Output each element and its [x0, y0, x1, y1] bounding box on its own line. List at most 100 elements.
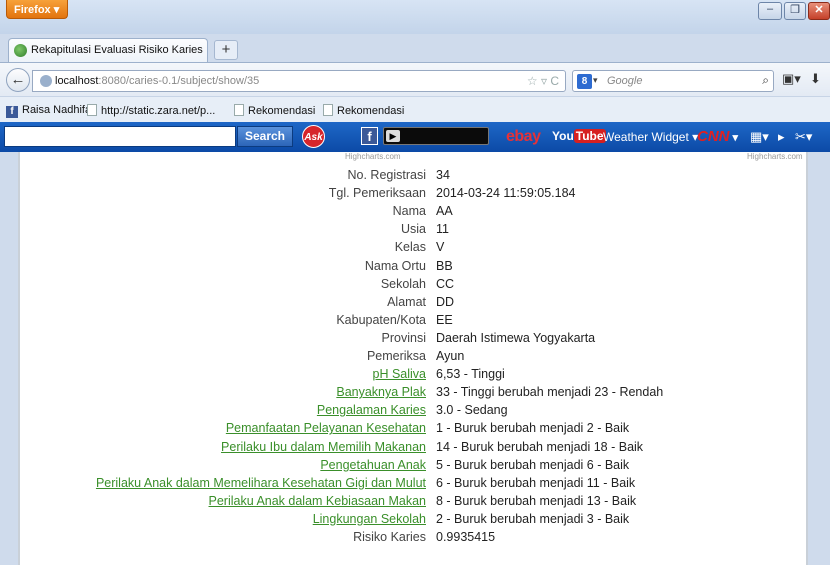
toolbar-search-button[interactable]: Search	[237, 126, 293, 147]
download-icon[interactable]: ⬇	[810, 71, 821, 87]
navigation-bar: ← localhost:8080/caries-0.1/subject/show…	[0, 62, 830, 96]
detail-row: Pengetahuan Anak 5 - Buruk berubah menjad…	[20, 458, 810, 475]
detail-value: 2 - Buruk berubah menjadi 3 - Baik	[436, 511, 630, 526]
play-icon[interactable]: ▶	[386, 130, 400, 142]
detail-row: Pemeriksa Ayun	[20, 349, 810, 366]
weather-widget-button[interactable]: Weather Widget ▾	[603, 130, 698, 144]
detail-label: Sekolah	[380, 276, 426, 291]
detail-value: 14 - Buruk berubah menjadi 18 - Baik	[436, 439, 644, 454]
tools-icon[interactable]: ✂▾	[795, 129, 812, 145]
detail-row: Nama AA	[20, 204, 810, 221]
detail-row: Tgl. Pemeriksaan 2014-03-24 11:59:05.184	[20, 186, 810, 203]
search-placeholder: Google	[607, 75, 643, 87]
search-icon[interactable]: ⌕	[762, 73, 769, 88]
search-engine-icon[interactable]: 8	[577, 74, 592, 89]
chevron-down-icon[interactable]: ▾	[593, 75, 598, 86]
facebook-icon: f	[6, 106, 18, 118]
detail-row: Usia 11	[20, 222, 810, 239]
cnn-button[interactable]: CNN ▾	[697, 128, 738, 145]
detail-label-link[interactable]: Pengalaman Karies	[317, 403, 426, 417]
addon-icon[interactable]: ▣▾	[782, 71, 801, 87]
bookmark-item[interactable]: Rekomendasi	[323, 104, 404, 117]
bookmark-item[interactable]: http://static.zara.net/p...	[87, 104, 215, 117]
url-host: localhost	[55, 75, 99, 87]
detail-value: 3.0 - Sedang	[436, 403, 508, 418]
bookmark-item[interactable]: f Raisa Nadhifa	[6, 104, 91, 118]
toolbar-search-input[interactable]	[4, 126, 236, 147]
detail-label: No. Registrasi	[347, 168, 427, 182]
detail-row: Pengalaman Karies 3.0 - Sedang	[20, 403, 810, 420]
url-bar[interactable]: localhost:8080/caries-0.1/subject/show/3…	[32, 70, 566, 92]
highcharts-credit[interactable]: Highcharts.com	[345, 152, 401, 161]
detail-label-link[interactable]: Lingkungan Sekolah	[313, 512, 426, 526]
detail-label-link[interactable]: Pengetahuan Anak	[320, 458, 426, 472]
widget-icon[interactable]: ▦▾	[750, 129, 769, 145]
detail-value: AA	[436, 204, 453, 219]
detail-label-link[interactable]: Perilaku Anak dalam Memelihara Kesehatan…	[96, 476, 426, 490]
detail-label: Pemeriksa	[366, 349, 426, 363]
detail-label-link[interactable]: Pemanfaatan Pelayanan Kesehatan	[226, 421, 426, 435]
detail-row: Perilaku Ibu dalam Memilih Makanan 14 - B…	[20, 440, 810, 457]
page-content: Highcharts.com Highcharts.com No. Regist…	[18, 152, 808, 565]
search-box[interactable]: 8 ▾ Google ⌕	[572, 70, 774, 92]
bookmark-item[interactable]: Rekomendasi	[234, 104, 315, 117]
site-identity-icon[interactable]	[40, 75, 52, 87]
maximize-button[interactable]: ❐	[784, 2, 806, 20]
detail-value: 6,53 - Tinggi	[436, 367, 505, 382]
detail-row: Kabupaten/Kota EE	[20, 313, 810, 330]
detail-value: BB	[436, 258, 453, 273]
detail-row: Risiko Karies 0.9935415	[20, 530, 810, 547]
page-icon	[234, 104, 244, 116]
detail-label: Tgl. Pemeriksaan	[328, 186, 426, 201]
detail-label-link[interactable]: Banyaknya Plak	[336, 385, 426, 399]
youtube-button[interactable]: You Tube	[552, 129, 606, 143]
detail-value: V	[436, 240, 445, 255]
detail-row: Pemanfaatan Pelayanan Kesehatan 1 - Buruk…	[20, 421, 810, 438]
detail-value: 0.9935415	[436, 530, 496, 544]
detail-row: pH Saliva 6,53 - Tinggi	[20, 367, 810, 384]
url-actions[interactable]: ☆ ▿ C	[527, 74, 559, 88]
media-player-widget[interactable]: ▶	[383, 127, 489, 145]
minimize-button[interactable]: –	[758, 2, 782, 20]
tab-active[interactable]: Rekapitulasi Evaluasi Risiko Karies	[8, 38, 208, 62]
highcharts-credit[interactable]: Highcharts.com	[747, 152, 803, 161]
detail-label: Usia	[400, 222, 426, 237]
tab-title: Rekapitulasi Evaluasi Risiko Karies	[31, 44, 203, 56]
detail-value: 8 - Buruk berubah menjadi 13 - Baik	[436, 493, 637, 508]
detail-value: 1 - Buruk berubah menjadi 2 - Baik	[436, 421, 630, 436]
detail-row: Lingkungan Sekolah 2 - Buruk berubah menj…	[20, 512, 810, 529]
detail-row: Provinsi Daerah Istimewa Yogyakarta	[20, 331, 810, 348]
page-icon	[87, 104, 97, 116]
detail-value: 5 - Buruk berubah menjadi 6 - Baik	[436, 457, 630, 472]
detail-label: Risiko Karies	[353, 530, 426, 544]
detail-label-link[interactable]: pH Saliva	[373, 367, 427, 381]
detail-label: Nama	[392, 204, 426, 219]
detail-label: Kabupaten/Kota	[336, 312, 426, 327]
detail-value: 34	[436, 168, 450, 182]
firefox-menu-button[interactable]: Firefox ▾	[6, 0, 68, 19]
detail-value: 2014-03-24 11:59:05.184	[436, 186, 576, 201]
ask-icon[interactable]: Ask	[302, 125, 325, 148]
chevron-right-icon[interactable]: ▸	[778, 129, 785, 145]
detail-value: 33 - Tinggi berubah menjadi 23 - Rendah	[436, 385, 664, 400]
bookmarks-bar: f Raisa Nadhifa http://static.zara.net/p.…	[0, 96, 830, 122]
detail-value: Daerah Istimewa Yogyakarta	[436, 330, 596, 345]
url-path: :8080/caries-0.1/subject/show/35	[98, 75, 260, 87]
detail-label: Alamat	[387, 294, 426, 309]
detail-row: Perilaku Anak dalam Memelihara Kesehatan…	[20, 476, 810, 493]
detail-row: Kelas V	[20, 240, 810, 257]
search-toolbar: Search Ask f ▶ ebay You Tube Weather Widg…	[0, 122, 830, 152]
ebay-button[interactable]: ebay	[506, 128, 541, 146]
close-window-button[interactable]: ✕	[808, 2, 830, 20]
detail-row: Banyaknya Plak 33 - Tinggi berubah menjad…	[20, 385, 810, 402]
detail-row: No. Registrasi 34	[20, 168, 810, 185]
window-titlebar: Firefox ▾ – ❐ ✕	[0, 0, 830, 34]
facebook-icon[interactable]: f	[361, 127, 378, 145]
back-button[interactable]: ←	[6, 68, 30, 92]
detail-label-link[interactable]: Perilaku Ibu dalam Memilih Makanan	[221, 440, 426, 454]
detail-label-link[interactable]: Perilaku Anak dalam Kebiasaan Makan	[209, 494, 427, 508]
detail-row: Perilaku Anak dalam Kebiasaan Makan 8 - B…	[20, 494, 810, 511]
detail-value: 11	[436, 222, 449, 237]
new-tab-button[interactable]: +	[214, 40, 238, 60]
firefox-menu-label: Firefox	[14, 4, 51, 16]
